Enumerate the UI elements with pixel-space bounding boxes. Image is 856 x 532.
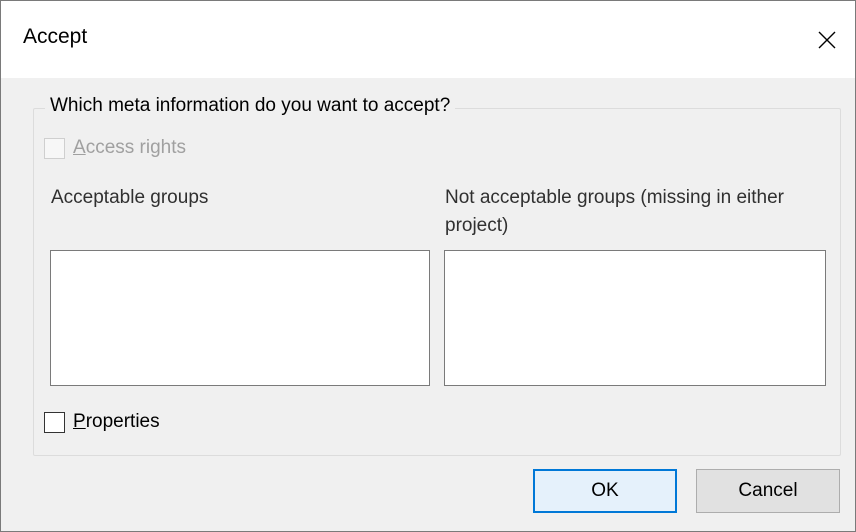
cancel-button[interactable]: Cancel: [696, 469, 840, 513]
access-rights-label: Access rights: [73, 137, 186, 158]
properties-label: Properties: [73, 411, 160, 432]
access-rights-checkbox[interactable]: Access rights: [44, 137, 186, 159]
groupbox-legend: Which meta information do you want to ac…: [45, 95, 456, 117]
acceptable-groups-list[interactable]: [50, 250, 430, 386]
acceptable-groups-label: Acceptable groups: [51, 187, 209, 208]
close-button[interactable]: [799, 1, 855, 78]
not-acceptable-groups-list[interactable]: [444, 250, 826, 386]
window-title: Accept: [23, 25, 88, 48]
accept-dialog: Accept Which meta information do you wan…: [0, 0, 856, 532]
ok-button[interactable]: OK: [533, 469, 677, 513]
access-rights-box[interactable]: [44, 137, 65, 159]
properties-box[interactable]: [44, 411, 65, 433]
title-bar: Accept: [1, 1, 855, 78]
close-icon: [818, 31, 836, 48]
not-acceptable-groups-label: Not acceptable groups (missing in either…: [445, 187, 785, 236]
properties-checkbox[interactable]: Properties: [44, 411, 160, 433]
